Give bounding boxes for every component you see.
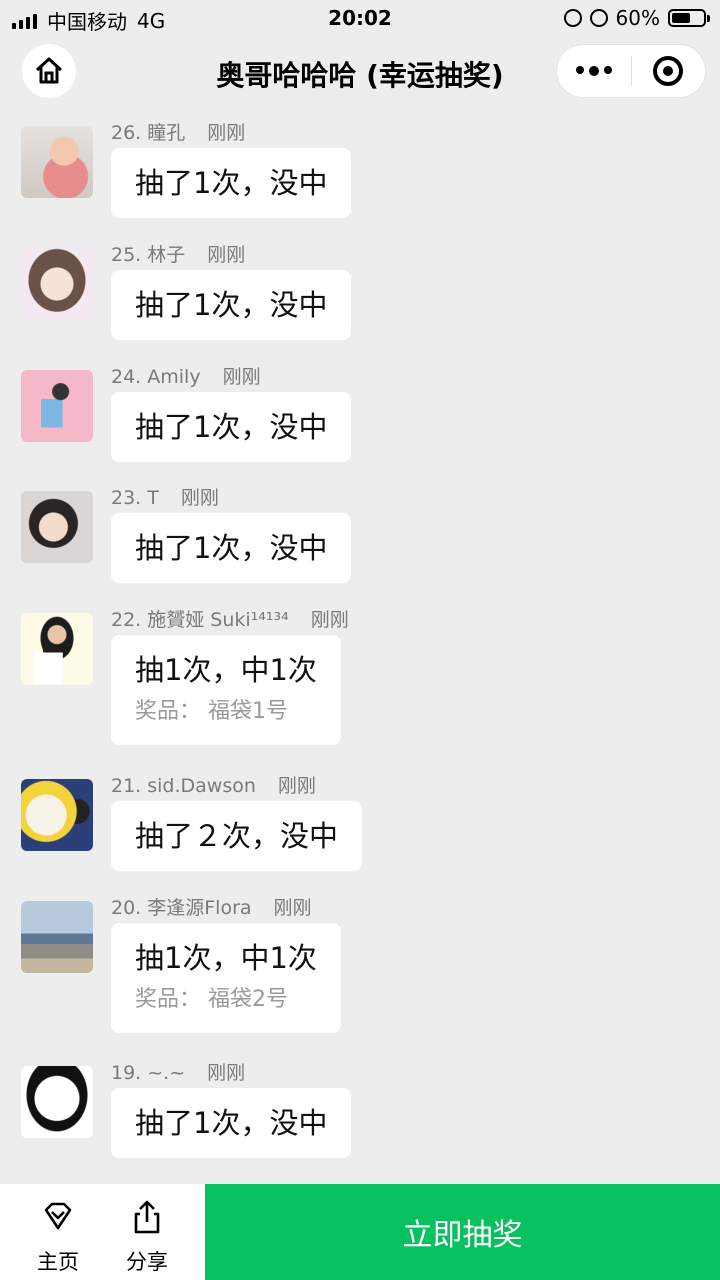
record-time: 刚刚 [180, 487, 219, 509]
result-text: 抽了２次，没中 [135, 819, 339, 853]
draw-now-button[interactable]: 立即抽奖 [205, 1184, 720, 1280]
result-bubble: 抽1次，中1次奖品： 福袋2号 [111, 923, 341, 1033]
avatar[interactable] [21, 901, 93, 973]
avatar[interactable] [21, 779, 93, 851]
avatar[interactable] [21, 248, 93, 320]
tab-home-label: 主页 [37, 1250, 79, 1274]
result-text: 抽1次，中1次 [135, 941, 317, 975]
close-button[interactable] [632, 56, 705, 86]
tab-share[interactable]: 分享 [102, 1184, 192, 1280]
record-time: 刚刚 [277, 775, 316, 797]
battery-percent: 60% [615, 6, 660, 30]
list-item: 24. Amily 刚刚抽了1次，没中 [0, 362, 720, 462]
record-meta: 26. 瞳孔 刚刚 [111, 118, 720, 148]
record-time: 刚刚 [207, 122, 246, 144]
record-meta: 24. Amily 刚刚 [111, 362, 720, 392]
record-meta: 19. ~.~ 刚刚 [111, 1058, 720, 1088]
bottom-bar: 主页 分享 立即抽奖 [0, 1184, 720, 1280]
record-meta: 25. 林子 刚刚 [111, 240, 720, 270]
prize-text: 奖品： 福袋1号 [135, 699, 288, 724]
result-text: 抽了1次，没中 [135, 288, 328, 322]
record-time: 刚刚 [207, 1062, 246, 1084]
list-item: 26. 瞳孔 刚刚抽了1次，没中 [0, 118, 720, 218]
result-bubble: 抽了1次，没中 [111, 1088, 352, 1158]
avatar[interactable] [21, 1066, 93, 1138]
list-item: 22. 施贇娅 Suki¹⁴¹³⁴ 刚刚抽1次，中1次奖品： 福袋1号 [0, 605, 720, 745]
record-time: 刚刚 [207, 244, 246, 266]
record-time: 刚刚 [310, 609, 349, 631]
status-right: 60% [563, 6, 710, 30]
result-text: 抽了1次，没中 [135, 1106, 328, 1140]
result-bubble: 抽了２次，没中 [111, 801, 363, 871]
nav-bar: 奥哥哈哈哈 (幸运抽奖) [0, 40, 720, 104]
status-bar: 中国移动 4G 20:02 60% [0, 0, 720, 36]
avatar[interactable] [21, 613, 93, 685]
user-name: 25. 林子 [111, 244, 186, 266]
result-bubble: 抽了1次，没中 [111, 392, 352, 462]
more-button[interactable] [557, 66, 631, 76]
battery-fill [672, 13, 690, 23]
list-item: 20. 李逢源Flora 刚刚抽1次，中1次奖品： 福袋2号 [0, 893, 720, 1033]
user-name: 24. Amily [111, 366, 201, 388]
record-meta: 23. T 刚刚 [111, 483, 720, 513]
user-name: 20. 李逢源Flora [111, 897, 252, 919]
user-name: 23. T [111, 487, 159, 509]
result-text: 抽了1次，没中 [135, 531, 328, 565]
result-bubble: 抽了1次，没中 [111, 513, 352, 583]
record-meta: 20. 李逢源Flora 刚刚 [111, 893, 720, 923]
user-name: 19. ~.~ [111, 1062, 186, 1084]
battery-icon [668, 9, 710, 27]
result-bubble: 抽1次，中1次奖品： 福袋1号 [111, 635, 341, 745]
list-item: 23. T 刚刚抽了1次，没中 [0, 483, 720, 583]
record-time: 刚刚 [273, 897, 312, 919]
user-name: 22. 施贇娅 Suki¹⁴¹³⁴ [111, 609, 289, 631]
record-meta: 22. 施贇娅 Suki¹⁴¹³⁴ 刚刚 [111, 605, 720, 635]
user-name: 21. sid.Dawson [111, 775, 256, 797]
result-text: 抽了1次，没中 [135, 166, 328, 200]
result-bubble: 抽了1次，没中 [111, 270, 352, 340]
list-item: 21. sid.Dawson 刚刚抽了２次，没中 [0, 771, 720, 871]
target-icon [653, 56, 684, 86]
avatar[interactable] [21, 491, 93, 563]
tab-home[interactable]: 主页 [13, 1184, 103, 1280]
tab-share-label: 分享 [126, 1250, 168, 1274]
alarm-icon [589, 9, 608, 27]
prize-text: 奖品： 福袋2号 [135, 987, 288, 1012]
share-icon [134, 1200, 160, 1234]
user-name: 26. 瞳孔 [111, 122, 186, 144]
rotation-lock-icon [563, 9, 582, 27]
record-meta: 21. sid.Dawson 刚刚 [111, 771, 720, 801]
list-item: 25. 林子 刚刚抽了1次，没中 [0, 240, 720, 340]
result-text: 抽了1次，没中 [135, 410, 328, 444]
diamond-icon [44, 1202, 72, 1230]
record-time: 刚刚 [222, 366, 261, 388]
result-text: 抽1次，中1次 [135, 653, 317, 687]
result-bubble: 抽了1次，没中 [111, 148, 352, 218]
avatar[interactable] [21, 370, 93, 442]
avatar[interactable] [21, 126, 93, 198]
list-item: 19. ~.~ 刚刚抽了1次，没中 [0, 1058, 720, 1158]
mini-program-capsule [556, 44, 706, 98]
